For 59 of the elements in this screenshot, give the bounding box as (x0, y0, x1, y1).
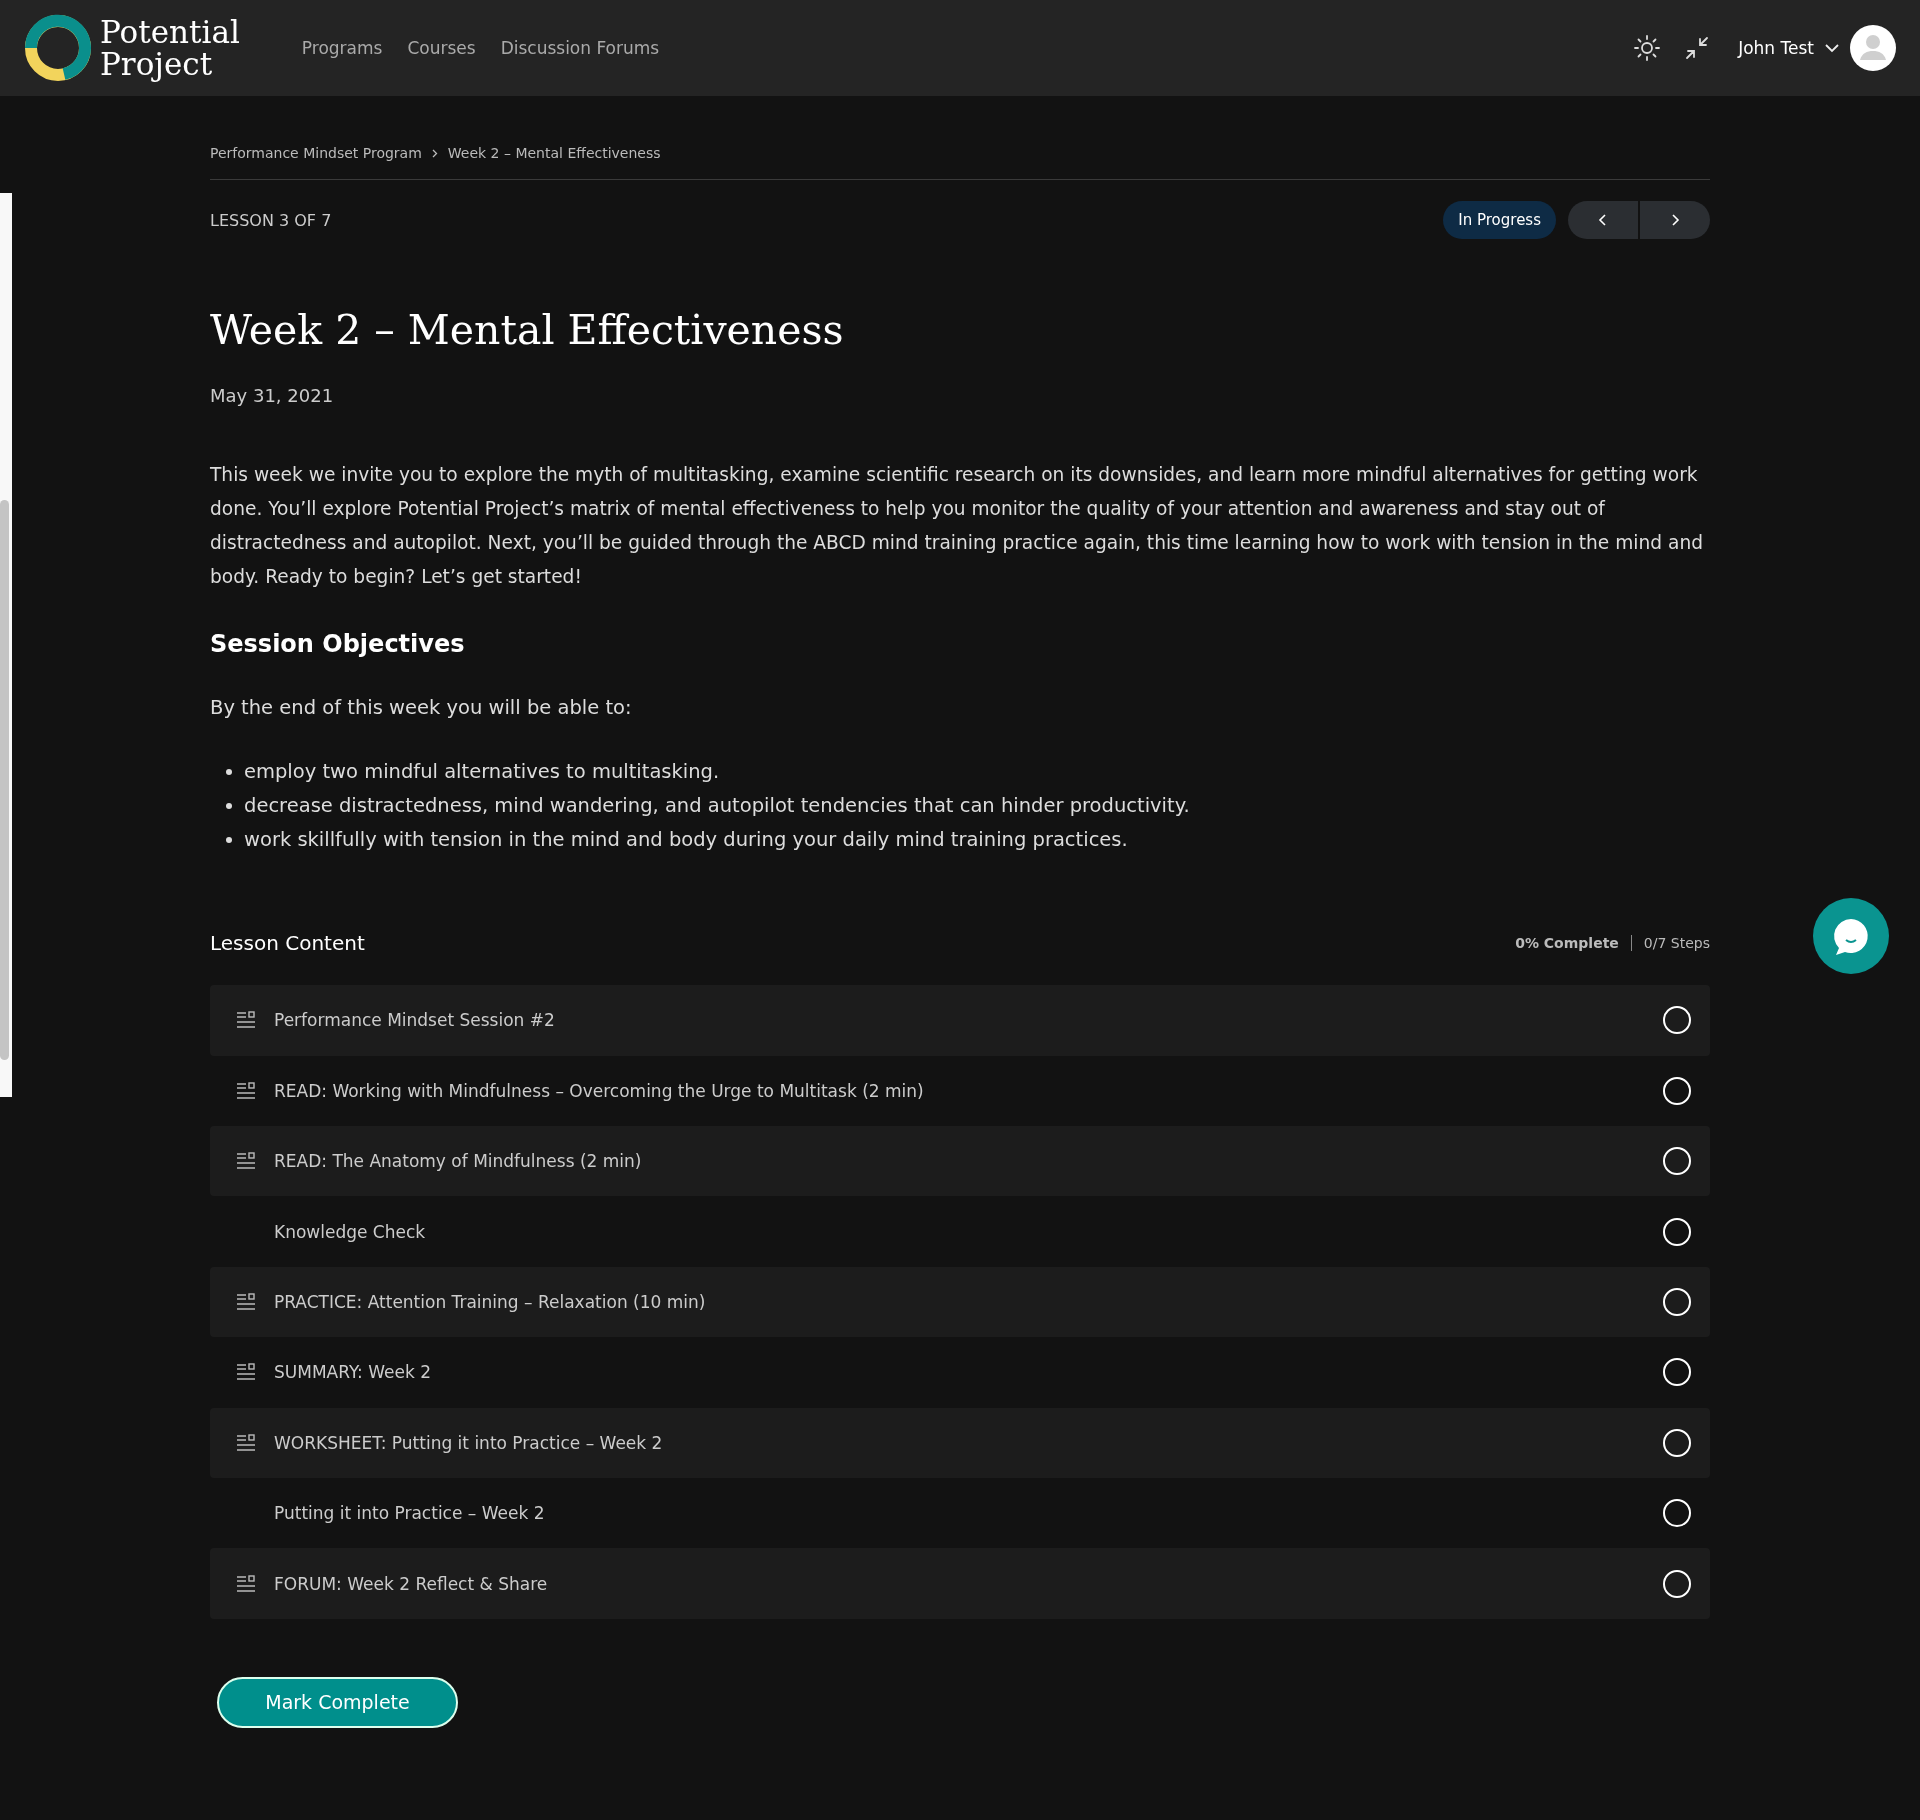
scrollbar-thumb[interactable] (0, 500, 9, 1060)
breadcrumb-link[interactable]: Week 2 – Mental Effectiveness (447, 145, 661, 161)
lesson-item-title: READ: Working with Mindfulness – Overcoming the Urge to Multitask (2 min) (274, 1080, 924, 1101)
lesson-item[interactable]: Knowledge Check (210, 1196, 1710, 1267)
lesson-item-title: SUMMARY: Week 2 (274, 1362, 431, 1383)
chevron-left-icon (1598, 213, 1608, 227)
progress-steps: 0/7 Steps (1643, 935, 1710, 952)
topic-icon (236, 1081, 256, 1100)
lesson-item-title: READ: The Anatomy of Mindfulness (2 min) (274, 1151, 642, 1172)
chevron-icon (431, 148, 438, 158)
topic-icon (236, 1363, 256, 1382)
lesson-item[interactable]: READ: Working with Mindfulness – Overcoming the Urge to Multitask (2 min) (210, 1055, 1710, 1126)
breadcrumb-link[interactable]: Performance Mindset Program (210, 145, 422, 161)
lesson-content-heading: Lesson Content (210, 931, 365, 956)
lesson-item-title: Knowledge Check (274, 1221, 426, 1242)
chevron-right-icon (1670, 213, 1680, 227)
avatar-icon[interactable] (1850, 25, 1896, 71)
objective-text: decrease distractedness, mind wandering, and autopilot tendencies that can hinder productivity. (244, 793, 1190, 820)
chat-icon[interactable] (1813, 898, 1889, 974)
status-badge: In Progress (1443, 201, 1556, 239)
lesson-counter: LESSON 3 OF 7 (210, 210, 332, 230)
intro-paragraph: This week we invite you to explore the myth of multitasking, examine scientific research on its downsides, and learn more mindful alternatives for getting work done. You’ll explore Potential Project’s matrix of mental effectiveness to help you monitor the quality of your attention and awareness and stay out of distractedness and autopilot. Next, you’ll be guided through the ABCD mind training practice again, this time learning how to work with tension in the mind and body. Ready to begin? Let’s get started! (210, 463, 1704, 590)
section-heading: Session Objectives (210, 630, 466, 659)
lesson-item-title: Putting it into Practice – Week 2 (274, 1503, 545, 1524)
bullet-icon (226, 803, 232, 810)
progress-percent: 0% Complete (1515, 935, 1619, 952)
nav-link[interactable]: Programs (301, 38, 383, 58)
objective-text: work skillfully with tension in the mind and body during your daily mind training practices. (244, 827, 1128, 854)
lesson-title: Week 2 – Mental Effectiveness (210, 306, 845, 356)
objective-text: employ two mindful alternatives to multitasking. (244, 759, 720, 786)
lesson-date: May 31, 2021 (210, 385, 335, 407)
logo-icon (24, 14, 92, 82)
nav-link[interactable]: Courses (407, 38, 476, 58)
bullet-icon (226, 837, 232, 844)
lesson-item[interactable]: PRACTICE: Attention Training – Relaxation (10 min) (210, 1266, 1710, 1338)
lesson-item[interactable]: SUMMARY: Week 2 (210, 1337, 1710, 1408)
topic-icon (236, 1152, 256, 1171)
lesson-item-title: FORUM: Week 2 Reflect & Share (274, 1573, 548, 1594)
objectives-lead: By the end of this week you will be able to: (210, 696, 633, 720)
lesson-item[interactable]: FORUM: Week 2 Reflect & Share (210, 1548, 1710, 1619)
sun-icon[interactable] (1634, 35, 1661, 61)
lesson-item[interactable]: WORKSHEET: Putting it into Practice – Week 2 (210, 1407, 1710, 1478)
lesson-item-title: WORKSHEET: Putting it into Practice – Week 2 (274, 1432, 663, 1453)
topic-icon (236, 1292, 256, 1311)
topic-icon (236, 1433, 256, 1452)
lesson-item-title: Performance Mindset Session #2 (274, 1010, 555, 1031)
topic-icon (236, 1574, 256, 1593)
topic-icon (236, 1011, 256, 1030)
lesson-item[interactable]: Putting it into Practice – Week 2 (210, 1477, 1710, 1549)
caret-icon[interactable] (1824, 43, 1840, 53)
lesson-item[interactable]: Performance Mindset Session #2 (210, 985, 1710, 1056)
logo-text[interactable]: Potential Project (100, 16, 240, 80)
bullet-icon (226, 769, 232, 776)
user-name[interactable]: John Test (1738, 38, 1814, 58)
nav-link[interactable]: Discussion Forums (500, 38, 660, 58)
lesson-item-title: PRACTICE: Attention Training – Relaxation (10 min) (274, 1291, 706, 1312)
lesson-item[interactable]: READ: The Anatomy of Mindfulness (2 min) (210, 1125, 1710, 1197)
mark-complete-button[interactable]: Mark Complete (217, 1676, 458, 1728)
collapse-icon[interactable] (1684, 35, 1711, 61)
